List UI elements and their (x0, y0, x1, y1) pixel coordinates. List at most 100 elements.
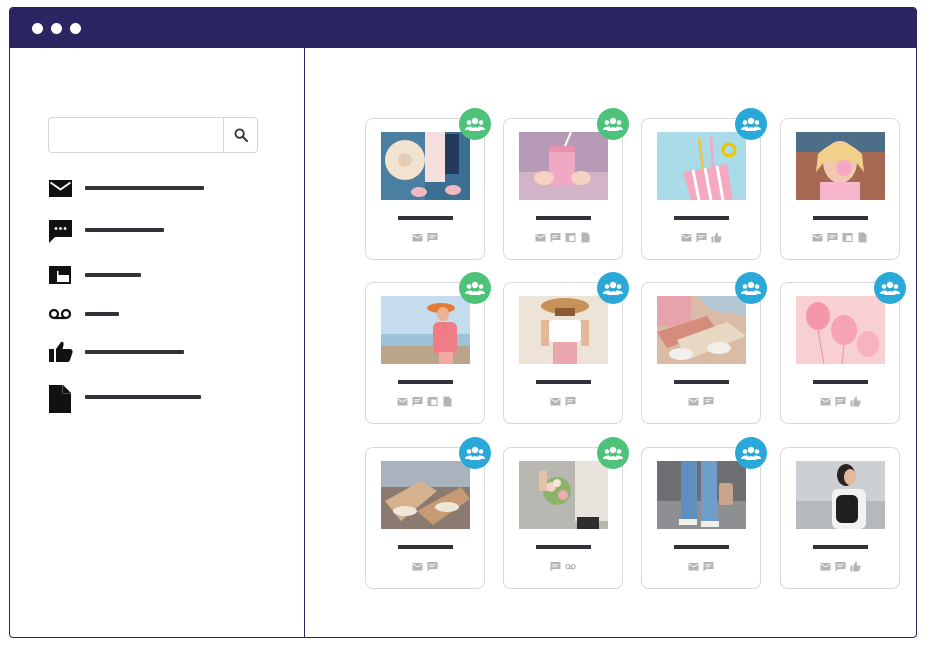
profile-name-placeholder (674, 545, 729, 549)
group-badge[interactable] (597, 437, 629, 469)
mail-icon (550, 394, 561, 406)
mail-icon (49, 180, 72, 197)
profile-card[interactable] (365, 447, 485, 589)
sidebar-item-mail[interactable] (48, 176, 278, 204)
group-icon (465, 446, 485, 460)
group-icon (465, 117, 485, 131)
sidebar-item-voicemail[interactable] (48, 302, 278, 330)
sidebar-item-label (85, 186, 204, 190)
profile-photo (519, 296, 608, 364)
profile-card[interactable] (780, 447, 900, 589)
group-badge[interactable] (735, 272, 767, 304)
document-icon (580, 230, 591, 243)
group-badge[interactable] (735, 108, 767, 140)
profile-photo (381, 132, 470, 200)
mail-icon (812, 230, 823, 242)
profile-card[interactable] (365, 118, 485, 260)
mail-icon (397, 394, 408, 406)
sidebar-item-likes[interactable] (48, 340, 278, 368)
profile-name-placeholder (674, 380, 729, 384)
web-icon (842, 230, 853, 242)
group-badge[interactable] (874, 272, 906, 304)
window-control-dot[interactable] (51, 23, 62, 34)
group-badge[interactable] (459, 108, 491, 140)
thumbs-up-icon (49, 341, 73, 362)
profile-photo (381, 296, 470, 364)
profile-photo (796, 132, 885, 200)
profile-photo (657, 461, 746, 529)
group-badge[interactable] (459, 272, 491, 304)
profile-name-placeholder (398, 380, 453, 384)
profile-card[interactable] (780, 282, 900, 424)
web-icon (565, 230, 576, 242)
chat-icon (835, 394, 846, 407)
window-control-dot[interactable] (70, 23, 81, 34)
sidebar-item-label (85, 273, 141, 277)
channel-icons (781, 559, 899, 572)
profile-photo (657, 132, 746, 200)
chat-icon (703, 559, 714, 572)
mail-icon (412, 559, 423, 571)
channel-icons (642, 559, 760, 572)
sidebar-item-label (85, 350, 184, 354)
profile-photo (519, 461, 608, 529)
sidebar-item-label (85, 395, 201, 399)
group-icon (741, 281, 761, 295)
sidebar-item-messages[interactable] (48, 218, 278, 246)
chat-bubble-icon (49, 220, 72, 243)
search-box (48, 117, 258, 153)
document-icon (857, 230, 868, 243)
profile-card[interactable] (641, 447, 761, 589)
group-badge[interactable] (597, 108, 629, 140)
mail-icon (688, 394, 699, 406)
profile-name-placeholder (674, 216, 729, 220)
sidebar (10, 48, 305, 637)
channel-icons (504, 230, 622, 243)
profile-card[interactable] (503, 282, 623, 424)
mail-icon (681, 230, 692, 242)
chat-icon (550, 559, 561, 572)
search-button[interactable] (223, 118, 257, 152)
profile-name-placeholder (813, 545, 868, 549)
profile-photo (796, 296, 885, 364)
group-badge[interactable] (459, 437, 491, 469)
profile-photo (519, 132, 608, 200)
profile-name-placeholder (398, 545, 453, 549)
search-input[interactable] (49, 118, 225, 152)
group-badge[interactable] (735, 437, 767, 469)
chat-icon (565, 394, 576, 407)
profile-card[interactable] (780, 118, 900, 260)
profile-card[interactable] (641, 282, 761, 424)
voicemail-icon (565, 559, 576, 570)
group-icon (465, 281, 485, 295)
title-bar (10, 8, 916, 48)
mail-icon (535, 230, 546, 242)
document-icon (49, 385, 71, 413)
profile-card[interactable] (503, 447, 623, 589)
profile-card[interactable] (503, 118, 623, 260)
sidebar-item-label (85, 312, 119, 316)
profile-name-placeholder (398, 216, 453, 220)
group-icon (741, 446, 761, 460)
voicemail-icon (48, 308, 72, 320)
chat-icon (550, 230, 561, 243)
thumbs-up-icon (711, 230, 722, 243)
document-icon (442, 394, 453, 407)
window-control-dot[interactable] (32, 23, 43, 34)
chat-icon (412, 394, 423, 407)
sidebar-item-documents[interactable] (48, 384, 278, 413)
chat-icon (703, 394, 714, 407)
sidebar-item-label (85, 228, 164, 232)
thumbs-up-icon (850, 394, 861, 407)
profile-card[interactable] (641, 118, 761, 260)
chat-icon (827, 230, 838, 243)
web-layout-icon (49, 266, 71, 284)
web-icon (427, 394, 438, 406)
sidebar-item-web[interactable] (48, 263, 278, 291)
profile-card[interactable] (365, 282, 485, 424)
channel-icons (642, 394, 760, 407)
channel-icons (366, 394, 484, 407)
search-icon (234, 128, 248, 142)
profile-photo (657, 296, 746, 364)
group-badge[interactable] (597, 272, 629, 304)
